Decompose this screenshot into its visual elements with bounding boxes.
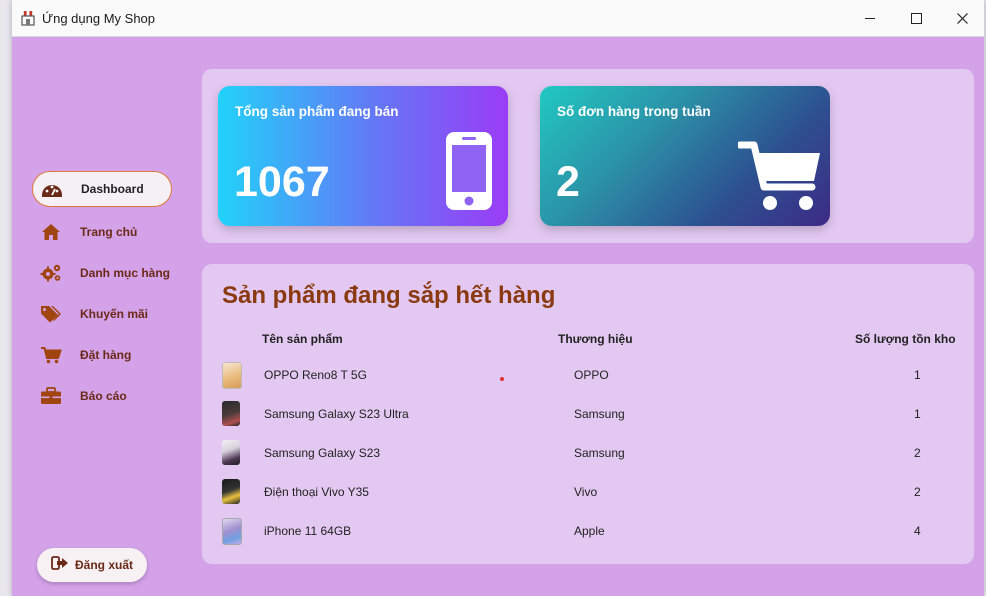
product-stock: 2 xyxy=(914,485,921,499)
product-name: OPPO Reno8 T 5G xyxy=(264,368,367,382)
table-row[interactable]: Samsung Galaxy S23 Ultra Samsung 1 xyxy=(202,396,974,435)
product-thumbnail xyxy=(222,518,242,545)
sidebar-item-label: Báo cáo xyxy=(80,389,127,403)
cursor-dot xyxy=(500,377,504,381)
home-icon xyxy=(40,221,62,243)
mobile-phone-icon xyxy=(444,130,494,217)
total-products-card: Tổng sản phẩm đang bán 1067 xyxy=(218,86,508,226)
dashboard-gauge-icon xyxy=(41,178,63,200)
shop-icon xyxy=(20,10,36,26)
product-thumbnail xyxy=(222,401,240,426)
product-thumbnail xyxy=(222,440,240,465)
sidebar-item-promotions[interactable]: Khuyến mãi xyxy=(32,296,172,332)
product-stock: 1 xyxy=(914,368,921,382)
maximize-button[interactable] xyxy=(893,0,939,36)
app-window: Ứng dụng My Shop Dashboard Trang chủ Dan… xyxy=(12,0,984,596)
minimize-button[interactable] xyxy=(847,0,893,36)
stats-panel: Tổng sản phẩm đang bán 1067 Số đơn hàng … xyxy=(202,69,974,243)
card-value: 1067 xyxy=(234,158,330,206)
logout-button[interactable]: Đăng xuất xyxy=(37,548,147,582)
card-value: 2 xyxy=(556,158,580,206)
product-stock: 2 xyxy=(914,446,921,460)
table-row[interactable]: Điện thoại Vivo Y35 Vivo 2 xyxy=(202,474,974,513)
briefcase-icon xyxy=(40,385,62,407)
product-name: Samsung Galaxy S23 xyxy=(264,446,381,460)
product-brand: Apple xyxy=(574,524,605,538)
card-title: Số đơn hàng trong tuần xyxy=(557,104,711,119)
product-name: iPhone 11 64GB xyxy=(264,524,352,538)
sidebar-item-label: Dashboard xyxy=(81,182,144,196)
close-button[interactable] xyxy=(939,0,985,36)
sign-out-icon xyxy=(51,555,69,575)
table-row[interactable]: iPhone 11 64GB Apple 4 xyxy=(202,513,974,552)
gears-icon xyxy=(40,262,62,284)
window-title: Ứng dụng My Shop xyxy=(42,11,156,26)
column-header-name: Tên sản phẩm xyxy=(262,332,343,346)
product-thumbnail xyxy=(222,362,242,389)
table-row[interactable]: Samsung Galaxy S23 Samsung 2 xyxy=(202,435,974,474)
sidebar-item-label: Đặt hàng xyxy=(80,348,132,362)
sidebar-item-home[interactable]: Trang chủ xyxy=(32,214,172,250)
logout-label: Đăng xuất xyxy=(74,558,133,572)
sidebar-item-label: Khuyến mãi xyxy=(80,307,149,321)
sidebar-item-label: Danh mục hàng xyxy=(80,266,171,280)
product-brand: Samsung xyxy=(574,407,625,421)
section-title: Sản phẩm đang sắp hết hàng xyxy=(222,282,556,309)
sidebar-item-label: Trang chủ xyxy=(80,225,138,239)
low-stock-panel: Sản phẩm đang sắp hết hàng Tên sản phẩm … xyxy=(202,264,974,564)
column-header-stock: Số lượng tồn kho xyxy=(855,332,956,346)
card-title: Tổng sản phẩm đang bán xyxy=(235,104,399,119)
product-stock: 1 xyxy=(914,407,921,421)
cart-icon xyxy=(40,344,62,366)
product-thumbnail xyxy=(222,479,240,504)
sidebar-item-reports[interactable]: Báo cáo xyxy=(32,378,172,414)
weekly-orders-card: Số đơn hàng trong tuần 2 xyxy=(540,86,830,226)
title-bar: Ứng dụng My Shop xyxy=(12,0,984,37)
product-brand: Vivo xyxy=(574,485,598,499)
product-name: Samsung Galaxy S23 Ultra xyxy=(264,407,409,421)
column-header-brand: Thương hiệu xyxy=(558,332,633,346)
table-row[interactable]: OPPO Reno8 T 5G OPPO 1 xyxy=(202,357,974,396)
shopping-cart-icon xyxy=(736,139,822,218)
sidebar-item-orders[interactable]: Đặt hàng xyxy=(32,337,172,373)
tags-icon xyxy=(40,303,62,325)
product-stock: 4 xyxy=(914,524,921,538)
sidebar-item-dashboard[interactable]: Dashboard xyxy=(32,171,172,207)
product-brand: Samsung xyxy=(574,446,625,460)
sidebar-item-categories[interactable]: Danh mục hàng xyxy=(32,255,172,291)
product-name: Điện thoại Vivo Y35 xyxy=(264,485,369,499)
close-icon xyxy=(956,12,968,24)
product-brand: OPPO xyxy=(574,368,609,382)
